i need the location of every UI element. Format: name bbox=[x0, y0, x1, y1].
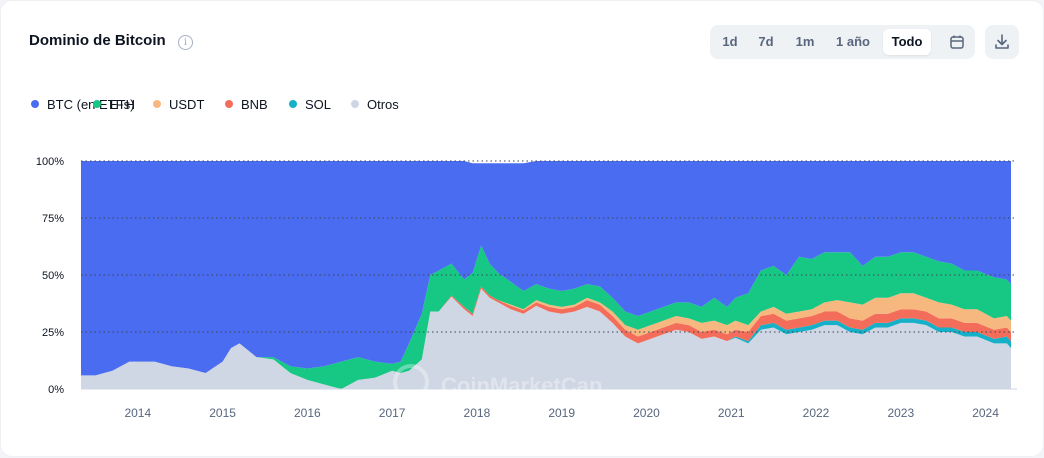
x-tick-label: 2018 bbox=[464, 406, 491, 420]
y-tick-label: 75% bbox=[42, 213, 64, 225]
x-tick-label: 2016 bbox=[294, 406, 321, 420]
x-tick-label: 2020 bbox=[633, 406, 660, 420]
y-tick-label: 50% bbox=[42, 270, 64, 282]
y-tick-label: 0% bbox=[48, 384, 64, 396]
x-tick-label: 2023 bbox=[887, 406, 914, 420]
x-tick-label: 2019 bbox=[548, 406, 575, 420]
y-tick-label: 25% bbox=[42, 327, 64, 339]
x-tick-label: 2022 bbox=[803, 406, 830, 420]
x-tick-label: 2017 bbox=[379, 406, 406, 420]
x-tick-label: 2014 bbox=[124, 406, 151, 420]
x-tick-label: 2015 bbox=[209, 406, 236, 420]
chart-card: Dominio de Bitcoin i 1d 7d 1m 1 año Todo… bbox=[0, 0, 1044, 457]
y-tick-label: 100% bbox=[36, 156, 64, 168]
x-tick-label: 2021 bbox=[718, 406, 745, 420]
dominance-area-chart[interactable]: CoinMarketCap 0% 25% 50% 75% 100% 2014 2015 20… bbox=[1, 1, 1044, 458]
x-tick-label: 2024 bbox=[972, 406, 999, 420]
watermark-text: CoinMarketCap bbox=[441, 373, 602, 398]
